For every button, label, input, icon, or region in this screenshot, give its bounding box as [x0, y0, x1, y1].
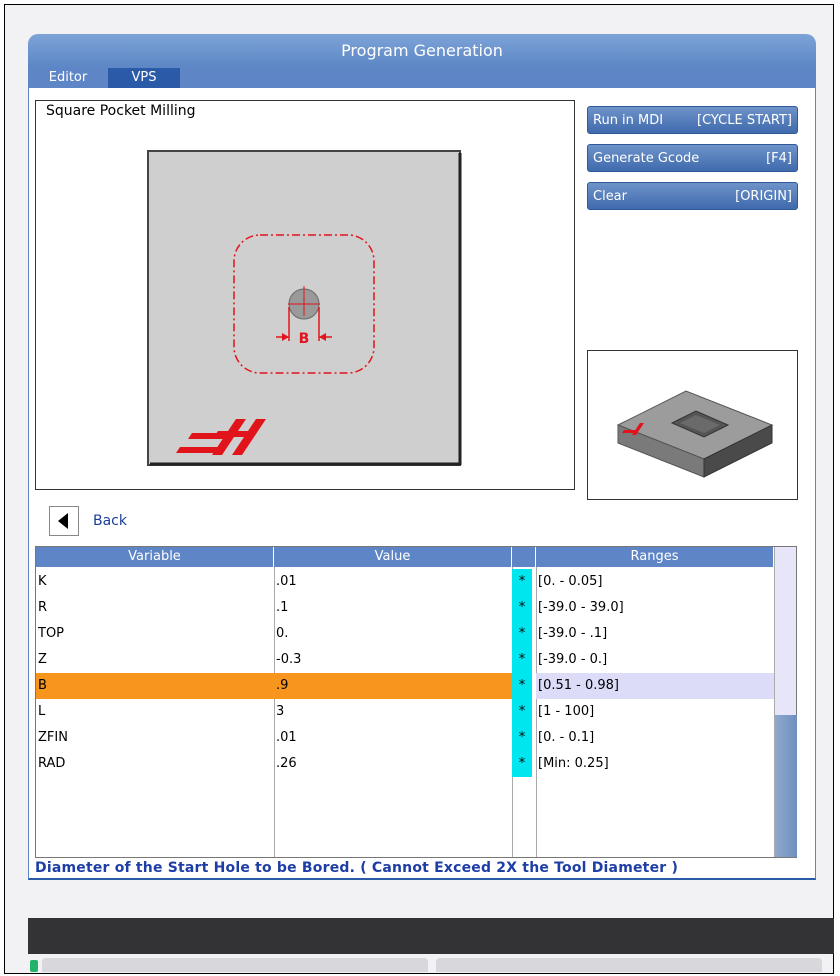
table-row[interactable]: Z -0.3 * [-39.0 - 0.] — [36, 647, 774, 673]
table-row[interactable]: L 3 * [1 - 100] — [36, 699, 774, 725]
table-row[interactable]: R .1 * [-39.0 - 39.0] — [36, 595, 774, 621]
required-marker: * — [512, 569, 532, 595]
generate-gcode-label: Generate Gcode — [593, 151, 700, 166]
scrollbar-thumb[interactable] — [775, 715, 797, 857]
value-cell[interactable]: .26 — [274, 751, 512, 777]
back-arrow-icon — [49, 506, 79, 536]
footer-pane-left — [42, 958, 428, 972]
variable-cell: L — [38, 704, 46, 719]
range-cell: [0. - 0.1] — [538, 730, 595, 745]
table-row[interactable]: TOP 0. * [-39.0 - .1] — [36, 621, 774, 647]
variable-cell: ZFIN — [38, 730, 68, 745]
table-row-selected[interactable]: B .9 * [0.51 - 0.98] — [36, 673, 774, 699]
generate-gcode-button[interactable]: Generate Gcode [F4] — [587, 144, 798, 172]
clear-label: Clear — [593, 189, 627, 204]
run-in-mdi-button[interactable]: Run in MDI [CYCLE START] — [587, 106, 798, 134]
required-marker: * — [512, 595, 532, 621]
variable-cell: K — [38, 574, 47, 589]
table-row[interactable]: K .01 * [0. - 0.05] — [36, 569, 774, 595]
required-marker: * — [512, 751, 532, 777]
value-cell[interactable]: .01 — [274, 725, 512, 751]
part-3d-icon — [616, 390, 774, 478]
range-cell: [-39.0 - .1] — [538, 626, 608, 641]
range-cell: [1 - 100] — [538, 704, 595, 719]
back-label: Back — [93, 513, 127, 529]
value-cell[interactable]: .01 — [274, 569, 512, 595]
window-title: Program Generation — [28, 34, 816, 68]
header-ranges: Ranges — [536, 547, 774, 567]
dimension-label: B — [299, 331, 310, 347]
footer-pane-right — [436, 958, 822, 972]
range-cell: [Min: 0.25] — [538, 756, 609, 771]
template-group: Square Pocket Milling B — [35, 100, 575, 490]
header-marker — [512, 547, 536, 567]
pocket-diagram: B — [147, 150, 462, 466]
tab-vps[interactable]: VPS — [108, 68, 180, 88]
value-cell[interactable]: 0. — [274, 621, 512, 647]
clear-button[interactable]: Clear [ORIGIN] — [587, 182, 798, 210]
run-in-mdi-key: [CYCLE START] — [697, 113, 792, 128]
table-row[interactable]: ZFIN .01 * [0. - 0.1] — [36, 725, 774, 751]
variable-cell: R — [38, 600, 48, 615]
run-in-mdi-label: Run in MDI — [593, 113, 664, 128]
part-preview-thumbnail — [587, 350, 798, 500]
range-cell: [0. - 0.05] — [538, 574, 603, 589]
required-marker: * — [512, 673, 532, 699]
status-bar — [28, 918, 834, 954]
range-cell: [-39.0 - 0.] — [538, 652, 608, 667]
required-marker: * — [512, 621, 532, 647]
variable-cell: Z — [38, 652, 47, 667]
status-led-icon — [30, 960, 38, 972]
vps-panel: Square Pocket Milling B Run in MDI [CYCL… — [28, 88, 816, 880]
value-cell[interactable]: .1 — [274, 595, 512, 621]
generate-gcode-key: [F4] — [766, 151, 792, 166]
variable-cell: B — [36, 673, 274, 699]
variable-cell: TOP — [38, 626, 65, 641]
variable-cell: RAD — [38, 756, 66, 771]
tab-bar: Editor VPS — [28, 68, 816, 88]
clear-key: [ORIGIN] — [735, 189, 792, 204]
value-cell[interactable]: .9 — [274, 673, 512, 699]
back-button[interactable]: Back — [49, 506, 169, 536]
tab-editor[interactable]: Editor — [28, 68, 108, 88]
required-marker: * — [512, 699, 532, 725]
required-marker: * — [512, 725, 532, 751]
range-cell: [-39.0 - 39.0] — [538, 600, 624, 615]
required-marker: * — [512, 647, 532, 673]
table-header: Variable Value Ranges — [36, 547, 774, 567]
value-cell[interactable]: 3 — [274, 699, 512, 725]
header-variable: Variable — [36, 547, 274, 567]
table-row[interactable]: RAD .26 * [Min: 0.25] — [36, 751, 774, 777]
help-text: Diameter of the Start Hole to be Bored. … — [35, 860, 679, 876]
table-scrollbar[interactable] — [774, 547, 797, 857]
range-cell: [0.51 - 0.98] — [536, 673, 774, 699]
header-value: Value — [274, 547, 512, 567]
value-cell[interactable]: -0.3 — [274, 647, 512, 673]
variables-table: Variable Value Ranges K .01 * [0. - 0.05… — [35, 546, 797, 858]
